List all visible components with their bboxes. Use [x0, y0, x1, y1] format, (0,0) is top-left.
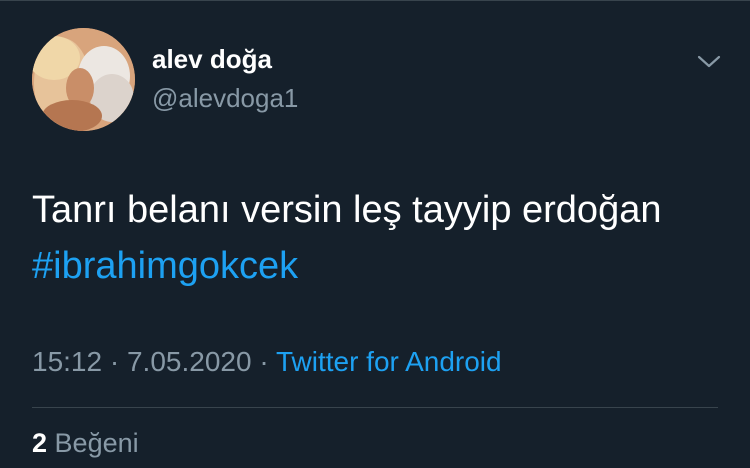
more-options-button[interactable]	[692, 48, 726, 76]
author-handle[interactable]: @alevdoga1	[152, 83, 298, 114]
likes-label: Beğeni	[54, 428, 139, 458]
likes-stat[interactable]: 2 Beğeni	[32, 428, 139, 459]
tweet-text-line: Tanrı belanı versin leş tayyip erdoğan	[32, 189, 662, 231]
author-display-name[interactable]: alev doğa	[152, 44, 272, 75]
chevron-down-icon	[697, 55, 721, 68]
tweet-date: 7.05.2020	[126, 346, 252, 377]
tweet-text: Tanrı belanı versin leş tayyip erdoğan #…	[32, 182, 722, 294]
hashtag-link[interactable]: #ibrahimgokcek	[32, 238, 722, 294]
meta-separator: ·	[259, 346, 269, 377]
divider	[32, 407, 718, 408]
avatar[interactable]	[32, 28, 135, 131]
likes-count: 2	[32, 428, 48, 458]
tweet-time: 15:12	[32, 346, 103, 377]
tweet-meta: 15:12 · 7.05.2020 · Twitter for Android	[32, 346, 502, 378]
meta-separator: ·	[109, 346, 120, 377]
avatar-photo-icon	[32, 28, 135, 131]
tweet-source-link[interactable]: Twitter for Android	[276, 346, 502, 377]
tweet-card: alev doğa @alevdoga1 Tanrı belanı versin…	[0, 0, 750, 468]
